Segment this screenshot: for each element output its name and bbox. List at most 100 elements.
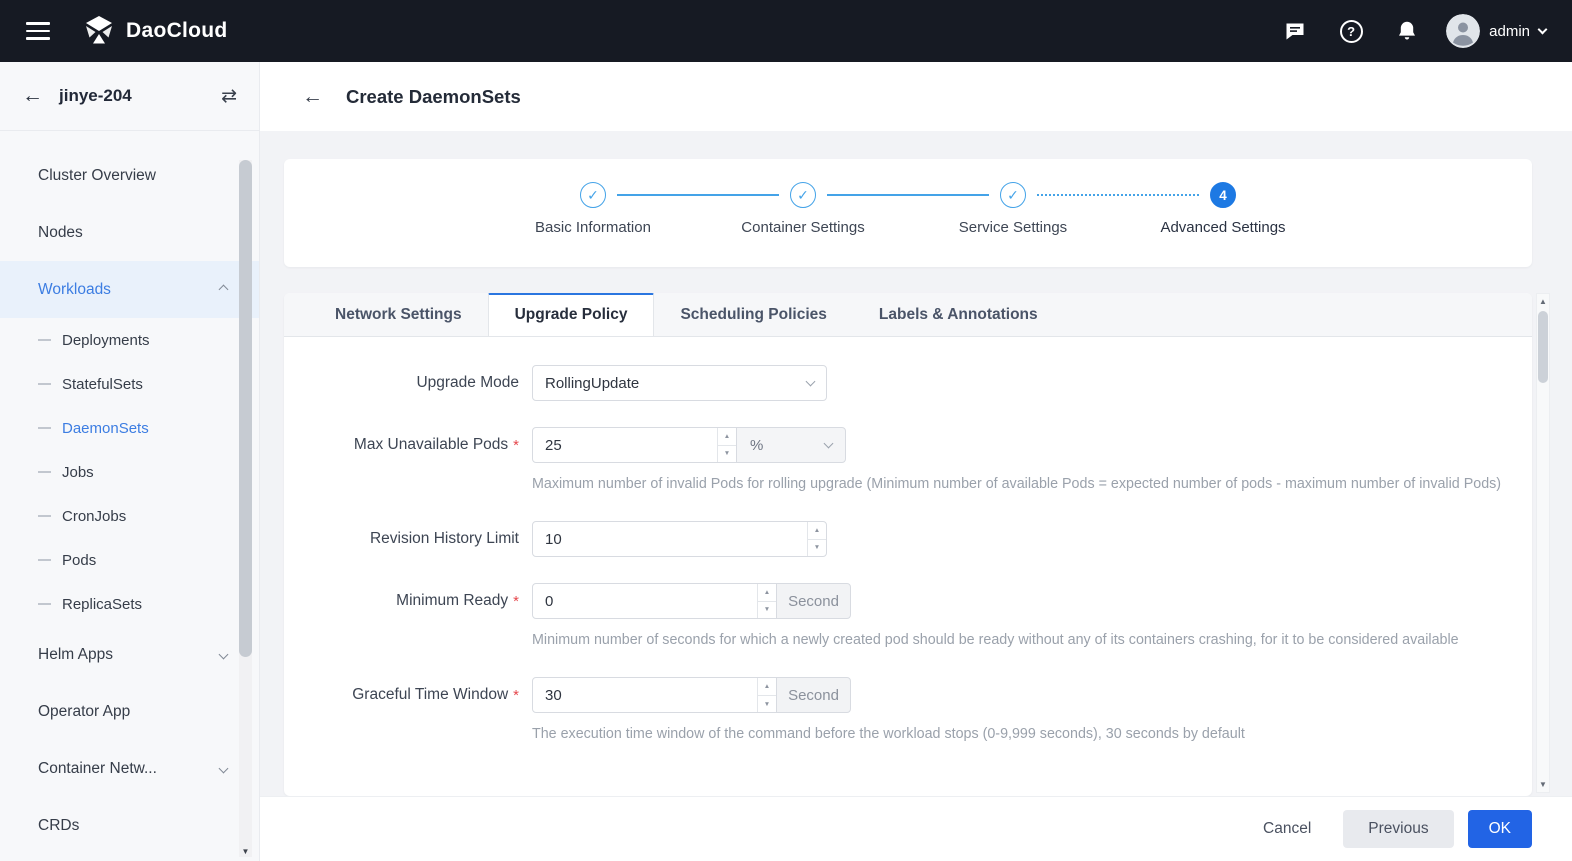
max-unavailable-unit-select[interactable]: %: [736, 427, 846, 463]
decrement-button[interactable]: ▼: [758, 696, 776, 713]
dash-icon: [38, 559, 51, 561]
sidebar-item-label: CRDs: [38, 817, 79, 835]
tabbar: Network Settings Upgrade Policy Scheduli…: [284, 293, 1532, 337]
required-asterisk: *: [513, 593, 519, 610]
chevron-down-icon: [1538, 25, 1548, 35]
user-menu[interactable]: admin: [1446, 14, 1546, 48]
sidebar-item-jobs[interactable]: Jobs: [0, 450, 259, 494]
graceful-window-input-group: ▲ ▼: [532, 677, 777, 713]
sidebar-item-pods[interactable]: Pods: [0, 538, 259, 582]
dash-icon: [38, 427, 51, 429]
form-row-max-unavailable-pods: Max Unavailable Pods * ▲ ▼: [284, 427, 1508, 495]
field-label: Minimum Ready *: [284, 583, 532, 619]
sidebar-scrollbar[interactable]: ▼: [239, 160, 252, 857]
number-spinner: ▲ ▼: [757, 678, 776, 712]
increment-button[interactable]: ▲: [718, 428, 736, 446]
sidebar-menu: Cluster Overview Nodes Workloads Deploym…: [0, 131, 259, 854]
field-label: Revision History Limit: [284, 521, 532, 557]
brand-logo[interactable]: DaoCloud: [82, 16, 228, 46]
chevron-down-icon: [806, 377, 816, 387]
step-service-settings[interactable]: ✓ Service Settings: [908, 182, 1118, 236]
sidebar-item-label: Nodes: [38, 224, 83, 242]
field-help: Maximum number of invalid Pods for rolli…: [532, 473, 1508, 495]
sidebar-item-workloads[interactable]: Workloads: [0, 261, 259, 318]
step-done-circle: ✓: [790, 182, 816, 208]
sidebar-item-daemonsets[interactable]: DaemonSets: [0, 406, 259, 450]
decrement-button[interactable]: ▼: [758, 602, 776, 619]
scroll-down-arrow[interactable]: ▼: [1537, 777, 1549, 792]
sidebar-item-label: Cluster Overview: [38, 167, 156, 185]
step-done-circle: ✓: [1000, 182, 1026, 208]
field-label: Max Unavailable Pods *: [284, 427, 532, 463]
topbar-actions: ? admin: [1278, 14, 1546, 48]
step-advanced-settings[interactable]: 4 Advanced Settings: [1118, 182, 1328, 236]
decrement-button[interactable]: ▼: [808, 540, 826, 557]
check-icon: ✓: [587, 187, 599, 204]
avatar: [1446, 14, 1480, 48]
sidebar-item-operator-app[interactable]: Operator App: [0, 683, 259, 740]
step-current-circle: 4: [1210, 182, 1236, 208]
sidebar-scroll-down-arrow[interactable]: ▼: [239, 847, 252, 856]
tab-upgrade-policy[interactable]: Upgrade Policy: [488, 293, 655, 336]
sidebar-item-statefulsets[interactable]: StatefulSets: [0, 362, 259, 406]
ok-button[interactable]: OK: [1468, 810, 1532, 848]
help-icon[interactable]: ?: [1334, 14, 1368, 48]
step-container-settings[interactable]: ✓ Container Settings: [698, 182, 908, 236]
scroll-up-arrow[interactable]: ▲: [1537, 294, 1549, 309]
minimum-ready-input-group: ▲ ▼: [532, 583, 777, 619]
main-content: ← Create DaemonSets ✓ Basic Information …: [260, 62, 1572, 861]
form-row-minimum-ready: Minimum Ready * ▲ ▼: [284, 583, 1508, 651]
chevron-down-icon: [219, 650, 229, 660]
dash-icon: [38, 339, 51, 341]
number-spinner: ▲ ▼: [717, 428, 736, 462]
page-back-button[interactable]: ←: [302, 85, 323, 109]
upgrade-mode-value: RollingUpdate: [545, 375, 639, 392]
check-icon: ✓: [797, 187, 809, 204]
minimum-ready-input[interactable]: [533, 584, 757, 618]
revision-history-input[interactable]: [533, 522, 807, 556]
graceful-window-unit: Second: [776, 677, 851, 713]
messages-icon[interactable]: [1278, 14, 1312, 48]
content-scrollbar-thumb[interactable]: [1538, 311, 1548, 383]
decrement-button[interactable]: ▼: [718, 446, 736, 463]
step-basic-information[interactable]: ✓ Basic Information: [488, 182, 698, 236]
graceful-window-input[interactable]: [533, 678, 757, 712]
form-row-upgrade-mode: Upgrade Mode RollingUpdate: [284, 365, 1508, 401]
cancel-button[interactable]: Cancel: [1263, 820, 1311, 838]
sidebar-item-helm-apps[interactable]: Helm Apps: [0, 626, 259, 683]
sidebar-scrollbar-thumb[interactable]: [239, 160, 252, 657]
tab-network-settings[interactable]: Network Settings: [309, 293, 488, 336]
sidebar-item-replicasets[interactable]: ReplicaSets: [0, 582, 259, 626]
increment-button[interactable]: ▲: [758, 584, 776, 602]
sidebar-item-label: Helm Apps: [38, 646, 113, 664]
advanced-settings-panel: Network Settings Upgrade Policy Scheduli…: [284, 293, 1532, 796]
menu-icon[interactable]: [26, 22, 50, 40]
daocloud-logo-icon: [82, 16, 116, 46]
increment-button[interactable]: ▲: [758, 678, 776, 696]
topbar: DaoCloud ?: [0, 0, 1572, 62]
switch-cluster-icon[interactable]: ⇄: [221, 85, 237, 108]
content-scrollbar[interactable]: ▲ ▼: [1536, 293, 1550, 793]
sidebar-item-container-network[interactable]: Container Netw...: [0, 740, 259, 797]
previous-button[interactable]: Previous: [1343, 810, 1453, 848]
tab-scheduling-policies[interactable]: Scheduling Policies: [654, 293, 852, 336]
dash-icon: [38, 603, 51, 605]
tab-labels-annotations[interactable]: Labels & Annotations: [853, 293, 1064, 336]
brand-name: DaoCloud: [126, 19, 228, 43]
sidebar-item-cluster-overview[interactable]: Cluster Overview: [0, 147, 259, 204]
notifications-icon[interactable]: [1390, 14, 1424, 48]
sidebar-item-nodes[interactable]: Nodes: [0, 204, 259, 261]
increment-button[interactable]: ▲: [808, 522, 826, 540]
wizard-footer: Cancel Previous OK: [260, 796, 1572, 861]
sidebar-item-crds[interactable]: CRDs: [0, 797, 259, 854]
max-unavailable-input[interactable]: [533, 428, 717, 462]
cluster-back-button[interactable]: ←: [22, 84, 43, 108]
sidebar-item-cronjobs[interactable]: CronJobs: [0, 494, 259, 538]
max-unavailable-input-group: ▲ ▼: [532, 427, 737, 463]
upgrade-mode-select[interactable]: RollingUpdate: [532, 365, 827, 401]
number-spinner: ▲ ▼: [757, 584, 776, 618]
field-help: The execution time window of the command…: [532, 723, 1508, 745]
step-label: Advanced Settings: [1160, 219, 1285, 236]
sidebar-item-deployments[interactable]: Deployments: [0, 318, 259, 362]
page-header: ← Create DaemonSets: [260, 62, 1572, 131]
